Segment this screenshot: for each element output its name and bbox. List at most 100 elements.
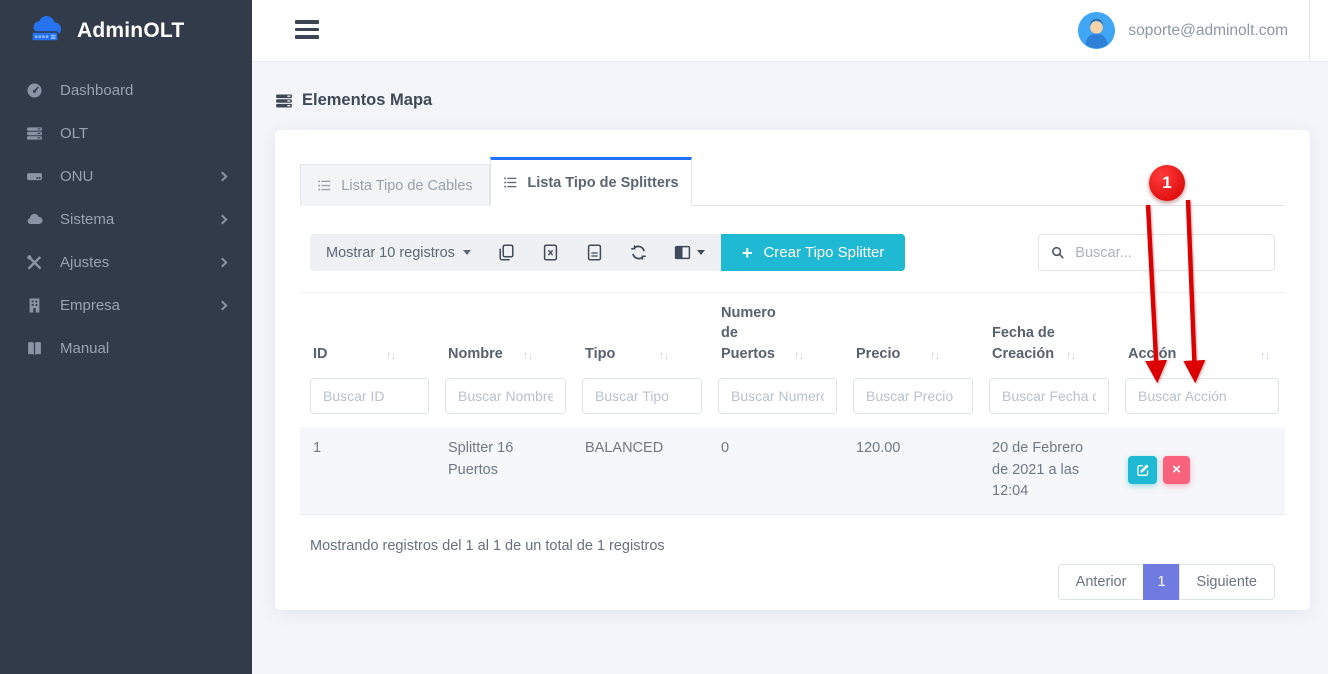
filter-fecha-input[interactable] (989, 378, 1109, 414)
pagination: Anterior 1 Siguiente (300, 564, 1275, 600)
search-icon (1051, 245, 1064, 260)
sidebar-item-dashboard[interactable]: Dashboard (0, 69, 252, 112)
column-visibility-button[interactable] (674, 244, 705, 261)
sort-icon[interactable]: ↑↓ (659, 349, 668, 364)
copy-icon (498, 244, 515, 261)
sort-icon[interactable]: ↑↓ (794, 349, 803, 364)
brand-logo[interactable]: AdminOLT (0, 0, 252, 62)
column-header-puertos[interactable]: Numero de Puertos↑↓ (708, 293, 843, 377)
brand-name: AdminOLT (77, 19, 184, 43)
sidebar-item-label: OLT (60, 125, 88, 142)
records-summary: Mostrando registros del 1 al 1 de un tot… (310, 538, 1285, 554)
cell-puertos: 0 (708, 427, 843, 514)
export-file-button[interactable] (586, 244, 603, 261)
excel-icon (542, 244, 559, 261)
topbar-divider (1309, 0, 1310, 61)
search-input[interactable] (1075, 245, 1262, 261)
copy-button[interactable] (498, 244, 515, 261)
sidebar-item-sistema[interactable]: Sistema (0, 198, 252, 241)
main-content: Elementos Mapa Lista Tipo de Cables (252, 62, 1328, 674)
column-header-id[interactable]: ID↑↓ (300, 293, 435, 377)
x-icon: × (1172, 461, 1181, 478)
delete-button[interactable]: × (1163, 456, 1190, 484)
filter-id-input[interactable] (310, 378, 429, 414)
cell-nombre: Splitter 16 Puertos (435, 427, 572, 514)
column-header-precio[interactable]: Precio↑↓ (843, 293, 979, 377)
plus-icon: + (742, 244, 753, 262)
column-header-accion[interactable]: Acción↑↓ (1115, 293, 1285, 377)
sidebar-item-label: Empresa (60, 297, 120, 314)
chevron-right-icon (218, 301, 228, 311)
book-icon (26, 340, 43, 357)
sort-icon[interactable]: ↑↓ (1260, 349, 1269, 364)
edit-pencil-icon (1136, 463, 1150, 477)
sort-icon[interactable]: ↑↓ (523, 349, 532, 364)
show-entries-label: Mostrar 10 registros (326, 245, 455, 261)
create-button-label: Crear Tipo Splitter (763, 244, 884, 261)
global-search (1038, 234, 1275, 271)
tab-label: Lista Tipo de Cables (341, 178, 472, 194)
list-icon (317, 178, 332, 193)
sort-icon[interactable]: ↑↓ (930, 349, 939, 364)
create-tipo-splitter-button[interactable]: + Crear Tipo Splitter (721, 234, 905, 271)
sidebar-item-ajustes[interactable]: Ajustes (0, 241, 252, 284)
page-title: Elementos Mapa (302, 91, 432, 110)
splitters-table: ID↑↓ Nombre↑↓ Tipo↑↓ Numero de Puertos↑↓… (300, 292, 1285, 515)
caret-down-icon (463, 250, 471, 255)
building-icon (26, 297, 43, 314)
sort-icon[interactable]: ↑↓ (386, 349, 395, 364)
cloud-icon (26, 211, 43, 228)
cell-fecha: 20 de Febrero de 2021 a las 12:04 (979, 427, 1115, 514)
pagination-next-button[interactable]: Siguiente (1179, 564, 1275, 600)
tab-lista-tipo-de-splitters[interactable]: Lista Tipo de Splitters (490, 157, 692, 206)
export-excel-button[interactable] (542, 244, 559, 261)
pagination-page-1-button[interactable]: 1 (1143, 564, 1179, 600)
app-window: AdminOLT Dashboard OLT (0, 0, 1328, 674)
server-icon (26, 125, 43, 142)
sidebar-item-label: Sistema (60, 211, 114, 228)
device-icon (26, 168, 43, 185)
sidebar-item-onu[interactable]: ONU (0, 155, 252, 198)
cell-actions: × (1115, 427, 1285, 514)
user-menu[interactable]: soporte@adminolt.com (1078, 12, 1288, 49)
cell-precio: 120.00 (843, 427, 979, 514)
chevron-right-icon (218, 215, 228, 225)
sidebar-item-manual[interactable]: Manual (0, 327, 252, 370)
tab-lista-tipo-de-cables[interactable]: Lista Tipo de Cables (300, 164, 490, 206)
refresh-button[interactable] (630, 244, 647, 261)
toolbar-left-group: Mostrar 10 registros (310, 234, 721, 271)
sidebar-item-label: Ajustes (60, 254, 109, 271)
refresh-icon (630, 244, 647, 261)
sidebar-item-empresa[interactable]: Empresa (0, 284, 252, 327)
list-icon (503, 175, 518, 190)
column-header-nombre[interactable]: Nombre↑↓ (435, 293, 572, 377)
table-filter-row (300, 377, 1285, 427)
column-header-fecha[interactable]: Fecha de Creación↑↓ (979, 293, 1115, 377)
sort-icon[interactable]: ↑↓ (1066, 349, 1075, 364)
menu-toggle-button[interactable] (295, 20, 319, 43)
table-row: 1 Splitter 16 Puertos BALANCED 0 120.00 … (300, 427, 1285, 515)
page-header: Elementos Mapa (275, 91, 432, 110)
sidebar: AdminOLT Dashboard OLT (0, 0, 252, 674)
content-card: Lista Tipo de Cables Lista Tipo de Split… (275, 130, 1310, 610)
topbar: soporte@adminolt.com (252, 0, 1328, 62)
cell-tipo: BALANCED (572, 427, 708, 514)
edit-button[interactable] (1128, 456, 1157, 484)
show-entries-dropdown[interactable]: Mostrar 10 registros (326, 245, 471, 261)
tools-icon (26, 254, 43, 271)
cell-id: 1 (300, 427, 435, 514)
filter-precio-input[interactable] (853, 378, 973, 414)
filter-accion-input[interactable] (1125, 378, 1279, 414)
sidebar-item-label: Manual (60, 340, 109, 357)
filter-nombre-input[interactable] (445, 378, 566, 414)
user-email: soporte@adminolt.com (1128, 22, 1288, 40)
sidebar-item-olt[interactable]: OLT (0, 112, 252, 155)
pagination-prev-button[interactable]: Anterior (1058, 564, 1145, 600)
filter-tipo-input[interactable] (582, 378, 702, 414)
column-header-tipo[interactable]: Tipo↑↓ (572, 293, 708, 377)
avatar (1078, 12, 1115, 49)
sidebar-item-label: Dashboard (60, 82, 133, 99)
sidebar-nav: Dashboard OLT ONU (0, 62, 252, 370)
table-toolbar: Mostrar 10 registros (300, 234, 1285, 271)
filter-puertos-input[interactable] (718, 378, 837, 414)
